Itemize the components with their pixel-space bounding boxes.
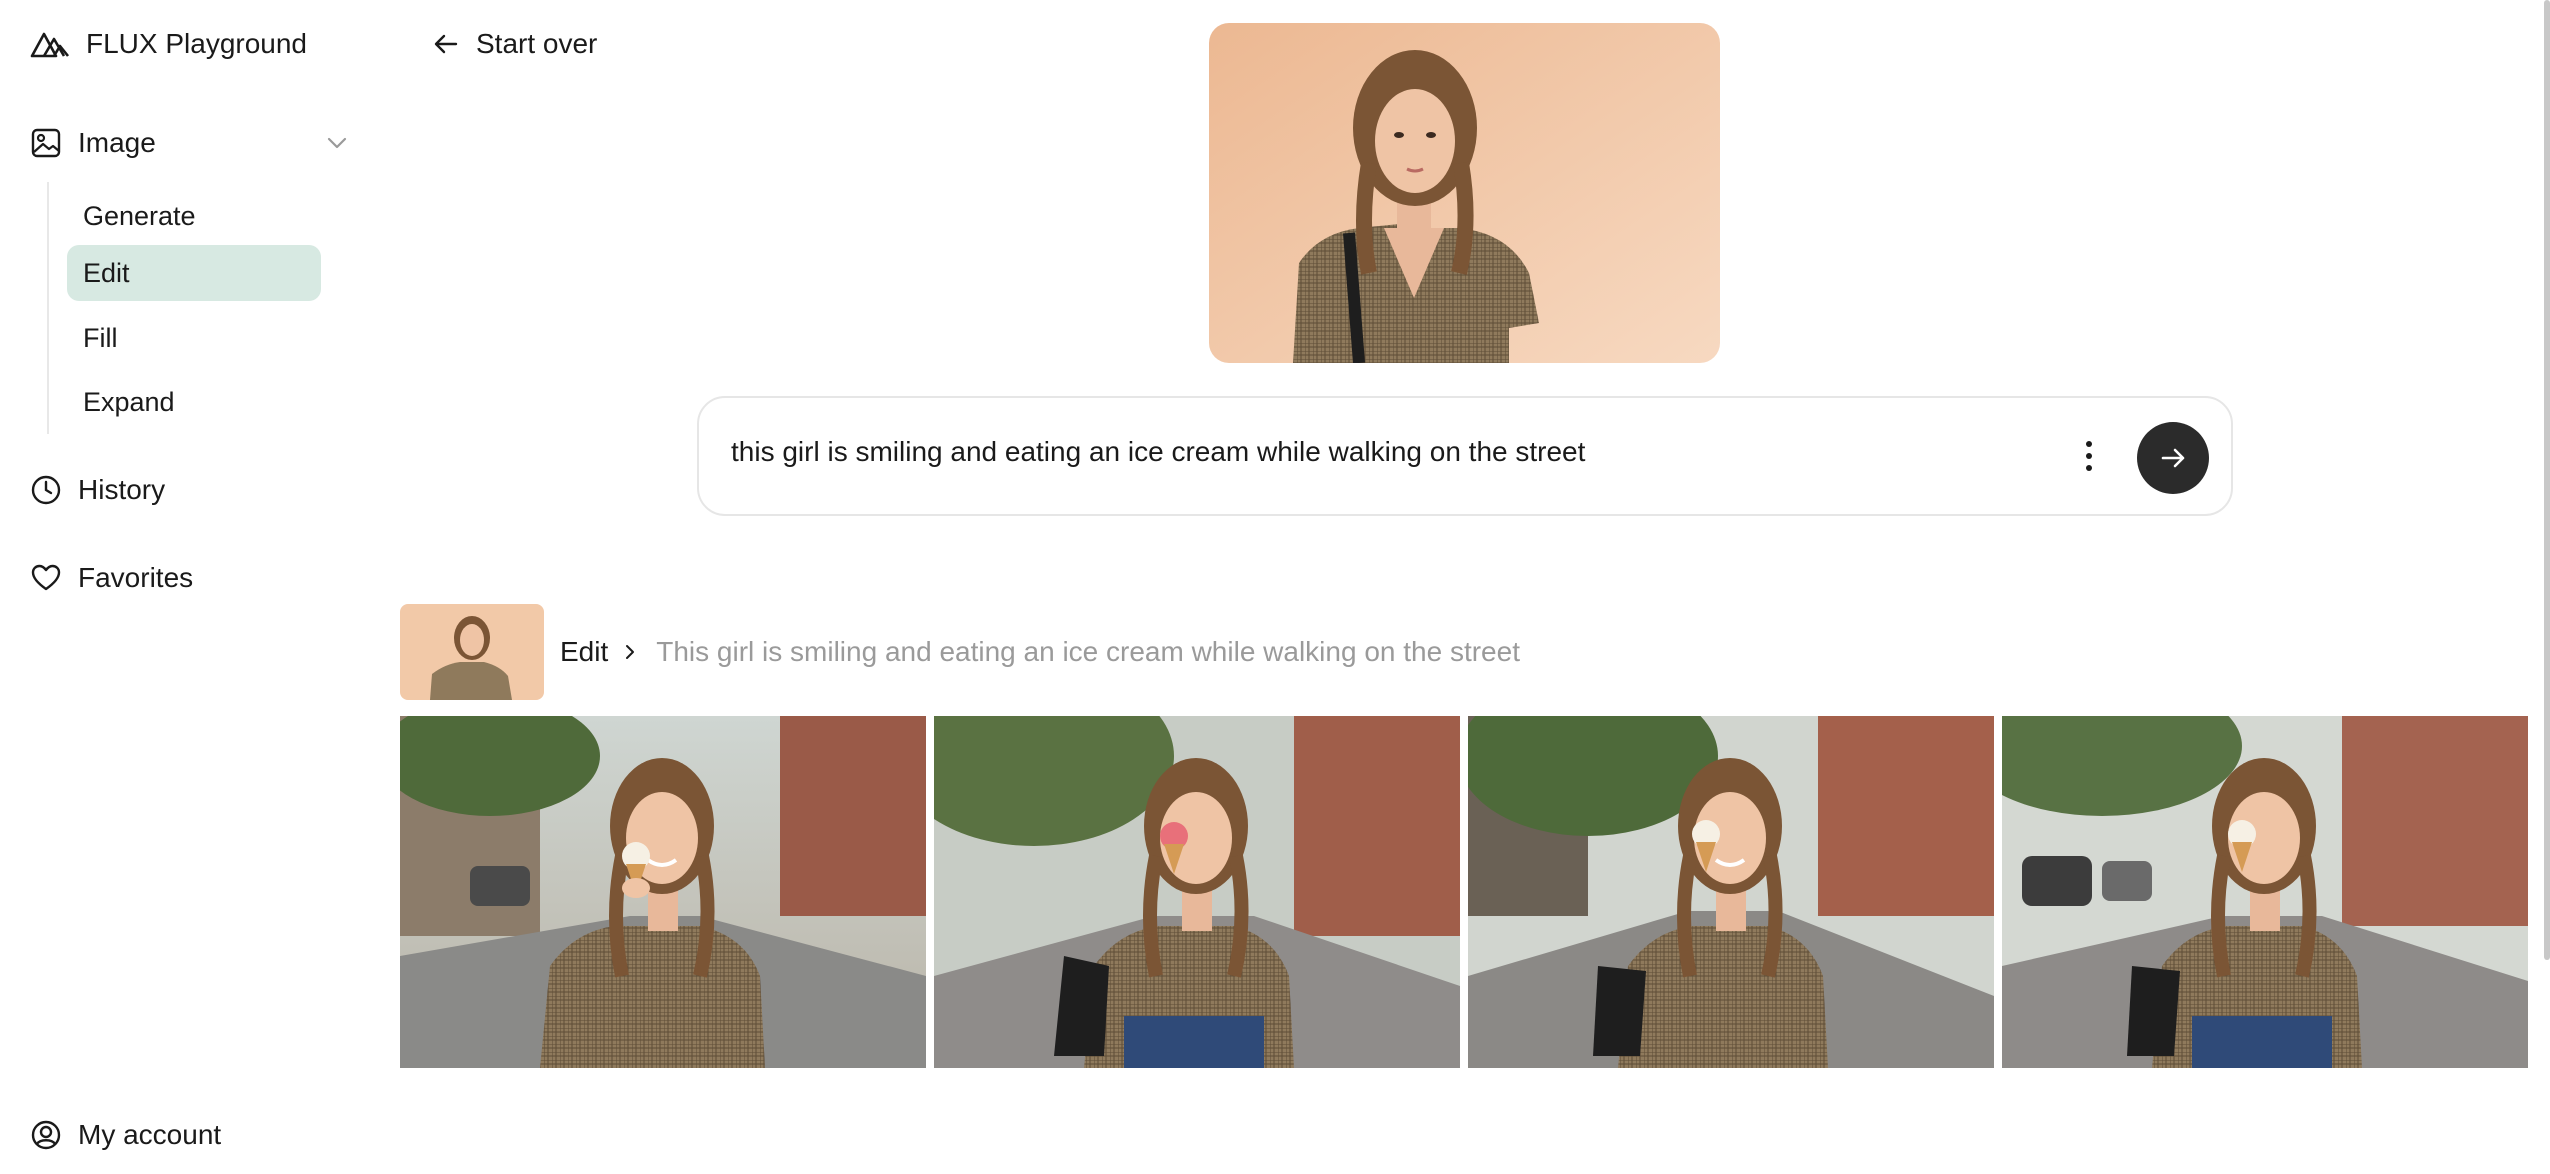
- sidebar-item-expand[interactable]: Expand: [67, 374, 321, 430]
- more-options-icon[interactable]: [2079, 438, 2099, 474]
- submit-button[interactable]: [2137, 422, 2209, 494]
- start-over-label: Start over: [476, 28, 598, 59]
- history-prompt: This girl is smiling and eating an ice c…: [656, 636, 1520, 667]
- image-subnav: Generate Edit Fill Expand: [47, 182, 347, 434]
- sidebar-item-image[interactable]: Image: [30, 118, 350, 168]
- sidebar: FLUX Playground Image Generate Edit Fill…: [0, 0, 370, 1174]
- result-image-3[interactable]: [1468, 716, 1994, 1068]
- start-over-button[interactable]: Start over: [432, 22, 597, 66]
- history-mode: Edit: [560, 636, 609, 667]
- heart-icon: [31, 564, 61, 591]
- sidebar-item-fill[interactable]: Fill: [67, 310, 321, 366]
- flux-logo-icon: [30, 32, 70, 58]
- sidebar-item-generate[interactable]: Generate: [67, 188, 321, 244]
- app-title: FLUX Playground: [86, 28, 308, 59]
- source-image: [1209, 23, 1720, 363]
- sidebar-item-favorites[interactable]: Favorites: [30, 553, 350, 603]
- history-thumbnail[interactable]: [400, 604, 544, 700]
- arrow-right-icon: [2161, 448, 2185, 468]
- brand[interactable]: FLUX Playground: [30, 22, 307, 66]
- result-image-2[interactable]: [934, 716, 1460, 1068]
- sidebar-item-label: Favorites: [78, 562, 194, 593]
- clock-icon: [31, 475, 61, 505]
- sidebar-item-account[interactable]: My account: [30, 1110, 221, 1160]
- sidebar-item-label: Image: [78, 127, 156, 158]
- chevron-right-icon: [626, 645, 635, 659]
- vertical-scrollbar[interactable]: [2544, 0, 2550, 960]
- result-image-4[interactable]: [2002, 716, 2528, 1068]
- sidebar-item-history[interactable]: History: [30, 465, 350, 515]
- chevron-down-icon[interactable]: [324, 130, 350, 156]
- image-icon: [31, 128, 61, 158]
- history-entry[interactable]: Edit This girl is smiling and eating an …: [400, 604, 1520, 700]
- result-image-1[interactable]: [400, 716, 926, 1068]
- prompt-box: this girl is smiling and eating an ice c…: [697, 396, 2233, 516]
- results-grid: [400, 716, 2528, 1068]
- arrow-left-icon: [434, 34, 458, 54]
- prompt-input[interactable]: this girl is smiling and eating an ice c…: [731, 436, 1585, 468]
- account-label: My account: [78, 1119, 222, 1150]
- sidebar-item-label: History: [78, 474, 166, 505]
- sidebar-item-edit[interactable]: Edit: [67, 245, 321, 301]
- user-circle-icon: [31, 1120, 61, 1150]
